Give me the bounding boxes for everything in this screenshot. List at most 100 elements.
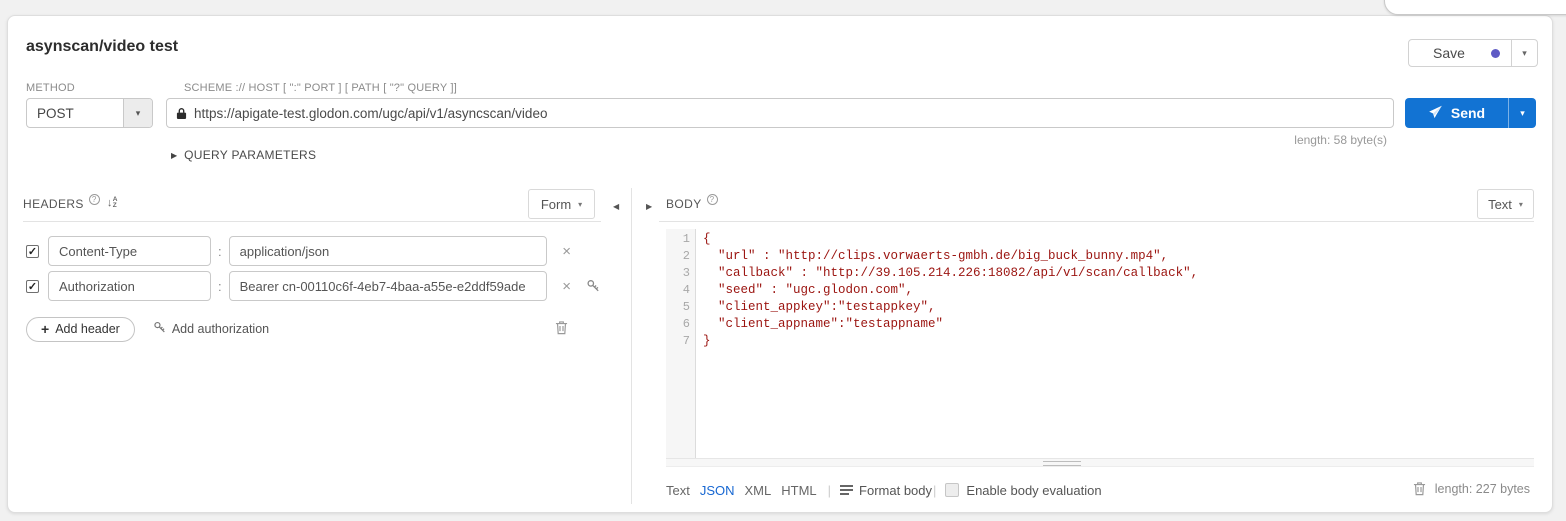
help-icon[interactable]: ? xyxy=(89,194,100,205)
code-line: "seed" : "ugc.glodon.com", xyxy=(703,282,1534,299)
line-number: 7 xyxy=(666,333,695,350)
unsaved-changes-dot-icon xyxy=(1491,49,1500,58)
code-line: "url" : "http://clips.vorwaerts-gmbh.de/… xyxy=(703,248,1534,265)
panel-splitter[interactable] xyxy=(631,188,632,504)
header-row: ✓ Authorization : Bearer cn-00110c6f-4eb… xyxy=(23,271,601,301)
body-panel-header: BODY ? Text ▾ xyxy=(659,188,1534,222)
send-button[interactable]: Send xyxy=(1405,98,1508,128)
line-number: 4 xyxy=(666,282,695,299)
sort-az-icon[interactable]: ↓ AZ xyxy=(107,197,118,209)
line-number: 1 xyxy=(666,231,695,248)
paper-plane-icon xyxy=(1428,105,1443,122)
line-number: 2 xyxy=(666,248,695,265)
headers-title: HEADERS xyxy=(23,197,84,211)
lock-icon xyxy=(176,107,187,120)
key-icon xyxy=(153,321,166,337)
headers-mode-select[interactable]: Form ▾ xyxy=(528,189,595,219)
code-line: } xyxy=(703,333,1534,350)
colon-separator: : xyxy=(218,279,222,294)
separator: | xyxy=(933,483,936,498)
body-mode-value: Text xyxy=(1488,197,1512,212)
delete-header-icon[interactable]: × xyxy=(560,278,574,295)
collapse-left-panel-icon[interactable]: ◀ xyxy=(613,202,619,211)
chevron-down-icon: ▾ xyxy=(1522,48,1527,59)
clear-body-trash-icon[interactable] xyxy=(1413,481,1426,496)
code-line: { xyxy=(703,231,1534,248)
code-area: { "url" : "http://clips.vorwaerts-gmbh.d… xyxy=(696,229,1534,458)
collapsed-side-tab[interactable] xyxy=(1384,0,1566,15)
format-body-button[interactable]: Format body xyxy=(840,483,932,498)
format-body-label: Format body xyxy=(859,483,932,498)
body-footer-toolbar: Text JSON XML HTML | Format body | Enabl… xyxy=(666,481,1534,499)
format-tab-xml[interactable]: XML xyxy=(745,483,772,498)
help-icon[interactable]: ? xyxy=(707,194,718,205)
send-button-label: Send xyxy=(1451,105,1485,121)
code-line: "client_appname":"testappname" xyxy=(703,316,1534,333)
body-title: BODY xyxy=(666,197,702,211)
editor-resize-handle[interactable] xyxy=(1043,461,1081,466)
header-enabled-checkbox[interactable]: ✓ xyxy=(26,280,39,293)
colon-separator: : xyxy=(218,244,222,259)
headers-panel-header: HEADERS ? ↓ AZ Form ▾ xyxy=(23,188,601,222)
method-label: METHOD xyxy=(26,82,75,94)
send-dropdown-button[interactable]: ▾ xyxy=(1508,98,1536,128)
header-name-input[interactable]: Authorization xyxy=(48,271,211,301)
add-authorization-label: Add authorization xyxy=(172,322,269,336)
headers-title-row: HEADERS ? ↓ AZ xyxy=(23,197,118,211)
body-panel: BODY ? Text ▾ 1 2 3 4 5 6 7 { "url" : "h… xyxy=(659,188,1534,508)
add-header-button[interactable]: + Add header xyxy=(26,317,135,342)
collapse-right-panel-icon[interactable]: ▶ xyxy=(646,202,652,211)
headers-mode-value: Form xyxy=(541,197,571,212)
body-mode-select[interactable]: Text ▾ xyxy=(1477,189,1534,219)
format-tab-html[interactable]: HTML xyxy=(781,483,816,498)
method-select[interactable]: POST ▾ xyxy=(26,98,153,128)
line-number: 5 xyxy=(666,299,695,316)
code-line: "callback" : "http://39.105.214.226:1808… xyxy=(703,265,1534,282)
header-row: ✓ Content-Type : application/json × xyxy=(23,236,601,266)
query-parameters-label: QUERY PARAMETERS xyxy=(184,148,316,162)
add-header-label: Add header xyxy=(55,322,120,336)
method-value: POST xyxy=(27,99,123,127)
chevron-down-icon: ▾ xyxy=(1520,108,1525,119)
header-name-input[interactable]: Content-Type xyxy=(48,236,211,266)
body-length-indicator: length: 227 bytes xyxy=(1413,481,1530,496)
chevron-right-icon: ▶ xyxy=(171,151,177,160)
save-button-label: Save xyxy=(1433,45,1465,61)
line-number: 6 xyxy=(666,316,695,333)
line-number-gutter: 1 2 3 4 5 6 7 xyxy=(666,229,696,458)
separator: | xyxy=(828,483,831,498)
header-value-input[interactable]: Bearer cn-00110c6f-4eb7-4baa-a55e-e2ddf5… xyxy=(229,271,547,301)
format-tab-text[interactable]: Text xyxy=(666,483,690,498)
page-title: asynscan/video test xyxy=(26,38,178,56)
url-input[interactable]: https://apigate-test.glodon.com/ugc/api/… xyxy=(166,98,1394,128)
delete-header-icon[interactable]: × xyxy=(560,243,574,260)
body-evaluation-option: Enable body evaluation xyxy=(945,483,1101,498)
query-parameters-toggle[interactable]: ▶ QUERY PARAMETERS xyxy=(171,148,316,162)
plus-icon: + xyxy=(41,321,49,337)
enable-body-evaluation-label: Enable body evaluation xyxy=(966,483,1101,498)
url-length-indicator: length: 58 byte(s) xyxy=(166,133,1387,147)
add-authorization-button[interactable]: Add authorization xyxy=(153,321,269,337)
header-enabled-checkbox[interactable]: ✓ xyxy=(26,245,39,258)
save-button[interactable]: Save xyxy=(1409,40,1511,66)
chevron-down-icon: ▾ xyxy=(123,99,152,127)
url-value: https://apigate-test.glodon.com/ugc/api/… xyxy=(194,106,547,121)
line-number: 3 xyxy=(666,265,695,282)
key-icon[interactable] xyxy=(586,279,600,293)
body-editor[interactable]: 1 2 3 4 5 6 7 { "url" : "http://clips.vo… xyxy=(666,229,1534,458)
chevron-down-icon: ▾ xyxy=(578,200,582,209)
send-button-group: Send ▾ xyxy=(1405,98,1536,128)
headers-panel: HEADERS ? ↓ AZ Form ▾ ✓ Content-Type : a… xyxy=(23,188,601,508)
header-rows: ✓ Content-Type : application/json × ✓ Au… xyxy=(23,236,601,306)
headers-actions-row: + Add header Add authorization xyxy=(23,316,601,342)
save-button-group: Save ▾ xyxy=(1408,39,1538,67)
clear-headers-trash-icon[interactable] xyxy=(555,320,568,335)
enable-body-evaluation-checkbox[interactable] xyxy=(945,483,959,497)
body-title-row: BODY ? xyxy=(666,197,718,211)
format-tab-json[interactable]: JSON xyxy=(700,483,735,498)
body-length-label: length: 227 bytes xyxy=(1435,482,1530,496)
save-dropdown-button[interactable]: ▾ xyxy=(1511,40,1537,66)
scheme-label: SCHEME :// HOST [ ":" PORT ] [ PATH [ "?… xyxy=(184,82,457,94)
chevron-down-icon: ▾ xyxy=(1519,200,1523,209)
header-value-input[interactable]: application/json xyxy=(229,236,547,266)
